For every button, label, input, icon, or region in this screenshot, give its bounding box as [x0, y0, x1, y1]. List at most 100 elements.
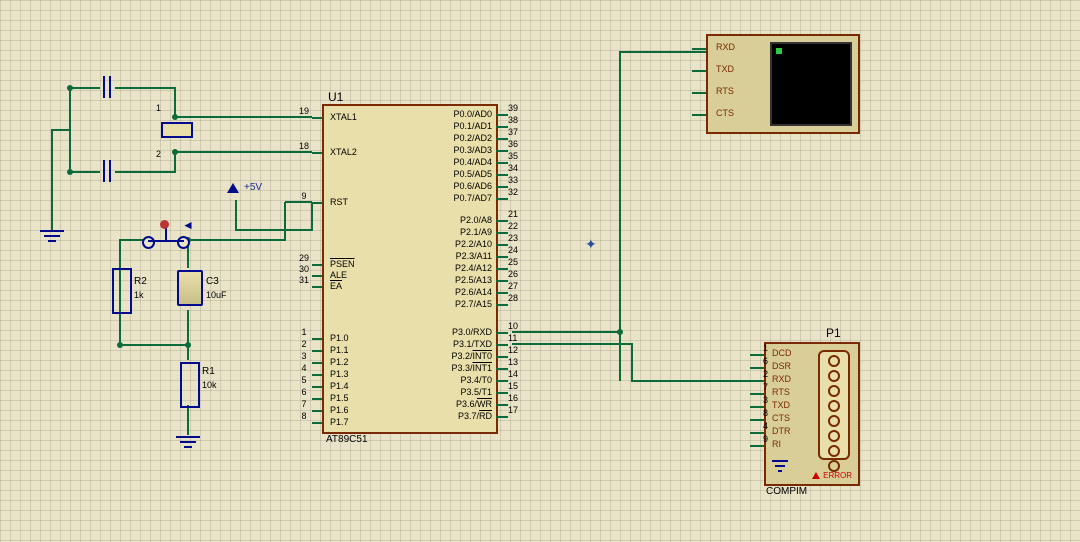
pin-number: 38 [508, 116, 526, 125]
vterm-pin-label: RTS [716, 86, 734, 96]
pin-name: P1.7 [330, 417, 349, 427]
pin-tick [496, 174, 508, 176]
capacitor-c3[interactable] [177, 270, 203, 306]
pin-tick [496, 186, 508, 188]
pin-number: 12 [508, 346, 526, 355]
chip-model: AT89C51 [326, 434, 368, 445]
pin-name: P3.1/TXD [432, 339, 492, 349]
pin-number: 29 [296, 254, 312, 263]
pin-name: P3.7/RD [432, 411, 492, 421]
db9-pin-tick [750, 432, 764, 434]
db9-pin-number: 8 [754, 409, 768, 418]
pin-name: EA [330, 281, 342, 291]
pin-name: ALE [330, 270, 347, 280]
c3-value: 10uF [206, 290, 227, 300]
pin-number: 34 [508, 164, 526, 173]
pin-number: 7 [296, 400, 312, 409]
db9-pin-name: RTS [772, 387, 790, 397]
db9-pin-number: 7 [754, 383, 768, 392]
pin-tick [496, 150, 508, 152]
pin-name: P1.0 [330, 333, 349, 343]
xtal-pin1: 1 [156, 104, 161, 113]
pin-number: 19 [296, 107, 312, 116]
pin-tick [496, 114, 508, 116]
pin-tick [496, 380, 508, 382]
pin-name: P0.7/AD7 [432, 193, 492, 203]
pin-number: 32 [508, 188, 526, 197]
pin-tick [496, 198, 508, 200]
pin-number: 22 [508, 222, 526, 231]
pin-name: P0.3/AD3 [432, 145, 492, 155]
db9-shell [818, 350, 850, 460]
pin-name: P2.6/A14 [432, 287, 492, 297]
pin-name: P2.5/A13 [432, 275, 492, 285]
pin-tick [496, 356, 508, 358]
pin-name: P2.1/A9 [432, 227, 492, 237]
pin-tick [496, 232, 508, 234]
crystal[interactable] [161, 122, 193, 138]
pin-number: 14 [508, 370, 526, 379]
db9-pin-number: 3 [754, 396, 768, 405]
r1-ref: R1 [202, 366, 215, 377]
vterm-pin-label: CTS [716, 108, 734, 118]
chip-ref: U1 [328, 90, 343, 104]
pin-tick [312, 286, 322, 288]
pin-number: 3 [296, 352, 312, 361]
resistor-r1[interactable] [180, 362, 200, 408]
pin-name: P3.0/RXD [432, 327, 492, 337]
capacitor-bottom[interactable] [100, 160, 114, 182]
pin-tick [496, 220, 508, 222]
ground-left [40, 230, 64, 242]
pin-tick [496, 126, 508, 128]
db9-pin-number: 4 [754, 422, 768, 431]
pin-name: P2.3/A11 [432, 251, 492, 261]
r2-value: 1k [134, 290, 144, 300]
vterm-pin-tick [692, 114, 706, 116]
db9-pin-name: TXD [772, 400, 790, 410]
pin-number: 9 [296, 192, 312, 201]
pin-number: 31 [296, 276, 312, 285]
r1-value: 10k [202, 380, 217, 390]
pin-tick [496, 256, 508, 258]
pin-name: P2.2/A10 [432, 239, 492, 249]
capacitor-top[interactable] [100, 76, 114, 98]
pin-name: P1.3 [330, 369, 349, 379]
pin-number: 8 [296, 412, 312, 421]
db9-pin-name: DSR [772, 361, 791, 371]
db9-pin-tick [750, 354, 764, 356]
pin-tick [312, 264, 322, 266]
pin-tick [496, 138, 508, 140]
pin-number: 33 [508, 176, 526, 185]
pin-tick [496, 368, 508, 370]
pin-tick [496, 292, 508, 294]
reset-button[interactable]: ◄ [148, 222, 184, 250]
db9-pin-tick [750, 380, 764, 382]
pin-name: P0.0/AD0 [432, 109, 492, 119]
db9-pin-number: 6 [754, 357, 768, 366]
pin-number: 28 [508, 294, 526, 303]
db9-ref: P1 [826, 326, 841, 340]
pin-tick [496, 162, 508, 164]
pin-tick [496, 280, 508, 282]
db9-pin-name: CTS [772, 413, 790, 423]
pin-name: P2.0/A8 [432, 215, 492, 225]
origin-marker: ✦ [585, 236, 597, 253]
terminal-screen [770, 42, 852, 126]
pin-tick [312, 398, 322, 400]
pin-name: P3.6/WR [432, 399, 492, 409]
db9-pin-tick [750, 419, 764, 421]
pin-tick [496, 416, 508, 418]
pin-name: RST [330, 197, 348, 207]
db9-pin-tick [750, 445, 764, 447]
pin-tick [496, 344, 508, 346]
db9-pin-name: DCD [772, 348, 792, 358]
pin-number: 23 [508, 234, 526, 243]
pin-tick [496, 268, 508, 270]
db9-pin-number: 1 [754, 344, 768, 353]
pin-number: 17 [508, 406, 526, 415]
resistor-r2[interactable] [112, 268, 132, 314]
pin-number: 10 [508, 322, 526, 331]
pin-tick [312, 350, 322, 352]
pin-number: 2 [296, 340, 312, 349]
vterm-pin-tick [692, 48, 706, 50]
